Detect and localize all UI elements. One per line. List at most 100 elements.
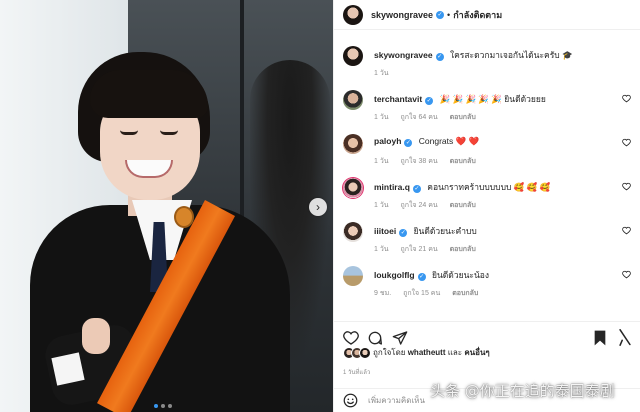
reply-button[interactable]: ตอบกลับ (450, 114, 476, 121)
comment-like-heart-icon[interactable] (622, 138, 631, 147)
comment-likes-link[interactable]: ถูกใจ 38 คน (401, 158, 438, 165)
likes-others-link[interactable]: คนอื่นๆ (464, 346, 489, 359)
photo-hand (82, 318, 110, 354)
comment-username[interactable]: loukgolflg (374, 270, 415, 280)
comment-row: terchantavit ✓ 🎉 🎉 🎉 🎉 🎉 ยินดีด้วยยย 1 วั… (334, 82, 640, 126)
comment-row: iiitoei ✓ ยินดีด้วยนะคำบบ 1 วัน ถูกใจ 21 … (334, 214, 640, 258)
comment-time: 1 วัน (374, 246, 389, 253)
comment-like-heart-icon[interactable] (622, 182, 631, 191)
caption-row: skywongravee ✓ ใครสะดวกมาเจอกันได้นะครับ … (334, 38, 640, 82)
reply-button[interactable]: ตอบกลับ (450, 202, 476, 209)
comment-like-heart-icon[interactable] (622, 94, 631, 103)
comment-text: ยินดีด้วยนะคำบบ (413, 226, 477, 236)
comment-time: 9 ชม. (374, 290, 392, 297)
comment-line: paloyh ✓ Congrats ❤️ ❤️ (374, 136, 479, 147)
heart-icon[interactable] (343, 330, 359, 346)
comment-row: paloyh ✓ Congrats ❤️ ❤️ 1 วัน ถูกใจ 38 คน… (334, 126, 640, 170)
comment-username[interactable]: iiitoei (374, 226, 396, 236)
add-comment-input[interactable]: เพิ่มความคิดเห็น (368, 394, 425, 407)
caption-line: skywongravee ✓ ใครสะดวกมาเจอกันได้นะครับ … (374, 48, 573, 62)
reply-button[interactable]: ตอบกลับ (452, 290, 478, 297)
comment-likes-link[interactable]: ถูกใจ 24 คน (401, 202, 438, 209)
comment-username[interactable]: paloyh (374, 136, 401, 146)
photo-cuff (51, 352, 85, 386)
comment-like-heart-icon[interactable] (622, 226, 631, 235)
comment-avatar[interactable] (343, 134, 363, 154)
comment-time: 1 วัน (374, 202, 389, 209)
verified-badge-icon: ✓ (404, 139, 413, 147)
author-username[interactable]: skywongravee (371, 10, 433, 20)
comment-text: ยินดีด้วยนะน้อง (431, 270, 490, 280)
comment-meta: 1 วัน ถูกใจ 64 คน ตอบกลับ (374, 112, 486, 123)
post-action-bar (334, 321, 640, 346)
photo-eye-left (120, 130, 138, 135)
verified-badge-icon: ✓ (425, 97, 434, 105)
post-date[interactable]: 1 วันที่แล้ว (343, 367, 370, 377)
likes-joiner: และ (447, 348, 463, 357)
comment-avatar[interactable] (343, 178, 363, 198)
verified-badge-icon: ✓ (435, 53, 444, 61)
comment-text: 🎉 🎉 🎉 🎉 🎉 ยินดีด้วยยย (439, 94, 546, 104)
comment-line: loukgolflg ✓ ยินดีด้วยนะน้อง (374, 268, 489, 282)
carousel-dot (154, 404, 158, 408)
carousel-dot (161, 404, 165, 408)
comment-username[interactable]: mintira.q (374, 182, 410, 192)
thumbtack-icon[interactable] (618, 329, 632, 346)
carousel-dot (168, 404, 172, 408)
comment-likes-link[interactable]: ถูกใจ 64 คน (401, 114, 438, 121)
comment-row: mintira.q ✓ คอนกราทคร้าบบบบบบ 🥰 🥰 🥰 1 วัน… (334, 170, 640, 214)
comment-time: 1 วัน (374, 114, 389, 121)
comment-meta: 9 ชม. ถูกใจ 15 คน ตอบกลับ (374, 288, 488, 299)
smile-icon[interactable] (343, 393, 358, 408)
post-header: skywongravee ✓ • กำลังติดตาม (334, 0, 640, 30)
liker-avatar (359, 346, 371, 359)
verified-badge-icon: ✓ (436, 10, 445, 19)
likes-prefix: ถูกใจโดย (373, 348, 406, 357)
comment-meta: 1 วัน ถูกใจ 21 คน ตอบกลับ (374, 244, 486, 255)
comment-text: Congrats ❤️ ❤️ (418, 136, 480, 146)
photo-emblem (174, 206, 194, 228)
post-side-panel: skywongravee ✓ • กำลังติดตาม skywongrave… (333, 0, 640, 412)
caption-username[interactable]: skywongravee (374, 50, 433, 60)
comment-username[interactable]: terchantavit (374, 94, 422, 104)
likes-summary: ถูกใจโดย whatheutt และ คนอื่นๆ (343, 346, 490, 359)
verified-badge-icon: ✓ (399, 229, 408, 237)
caption-meta: 1 วัน (374, 68, 399, 79)
likes-user-link[interactable]: whatheutt (408, 348, 446, 357)
caption-time: 1 วัน (374, 70, 389, 77)
comment-meta: 1 วัน ถูกใจ 24 คน ตอบกลับ (374, 200, 486, 211)
verified-badge-icon: ✓ (417, 273, 426, 281)
author-avatar[interactable] (343, 4, 363, 25)
comment-line: terchantavit ✓ 🎉 🎉 🎉 🎉 🎉 ยินดีด้วยยย (374, 92, 546, 106)
comment-line: iiitoei ✓ ยินดีด้วยนะคำบบ (374, 224, 477, 238)
comment-like-heart-icon[interactable] (622, 270, 631, 279)
chevron-right-icon: › (316, 200, 320, 214)
liker-avatars (343, 346, 371, 359)
carousel-dots (154, 404, 172, 408)
photo-bangs (90, 70, 208, 118)
comments-list: skywongravee ✓ ใครสะดวกมาเจอกันได้นะครับ … (334, 38, 640, 302)
verified-badge-icon: ✓ (412, 185, 421, 193)
post-photo[interactable]: › (0, 0, 333, 412)
comment-line: mintira.q ✓ คอนกราทคร้าบบบบบบ 🥰 🥰 🥰 (374, 180, 550, 194)
comment-avatar[interactable] (343, 222, 363, 242)
follow-status-button[interactable]: กำลังติดตาม (453, 8, 502, 22)
next-photo-button[interactable]: › (309, 198, 327, 216)
photo-eye-right (160, 130, 178, 135)
reply-button[interactable]: ตอบกลับ (450, 158, 476, 165)
comment-likes-link[interactable]: ถูกใจ 15 คน (403, 290, 440, 297)
caption-avatar[interactable] (343, 46, 363, 66)
comment-likes-link[interactable]: ถูกใจ 21 คน (401, 246, 438, 253)
comment-avatar[interactable] (343, 266, 363, 286)
comment-icon[interactable] (367, 330, 383, 346)
comment-time: 1 วัน (374, 158, 389, 165)
comment-avatar[interactable] (343, 90, 363, 110)
caption-text: ใครสะดวกมาเจอกันได้นะครับ 🎓 (449, 50, 573, 60)
header-separator: • (447, 9, 451, 20)
bookmark-icon[interactable] (593, 330, 607, 346)
reply-button[interactable]: ตอบกลับ (450, 246, 476, 253)
comment-row: loukgolflg ✓ ยินดีด้วยนะน้อง 9 ชม. ถูกใจ … (334, 258, 640, 302)
watermark-text: 头条 @你正在追的泰国泰剧 (430, 382, 615, 400)
paper-plane-icon[interactable] (392, 330, 408, 346)
comment-text: คอนกราทคร้าบบบบบบ 🥰 🥰 🥰 (427, 182, 551, 192)
